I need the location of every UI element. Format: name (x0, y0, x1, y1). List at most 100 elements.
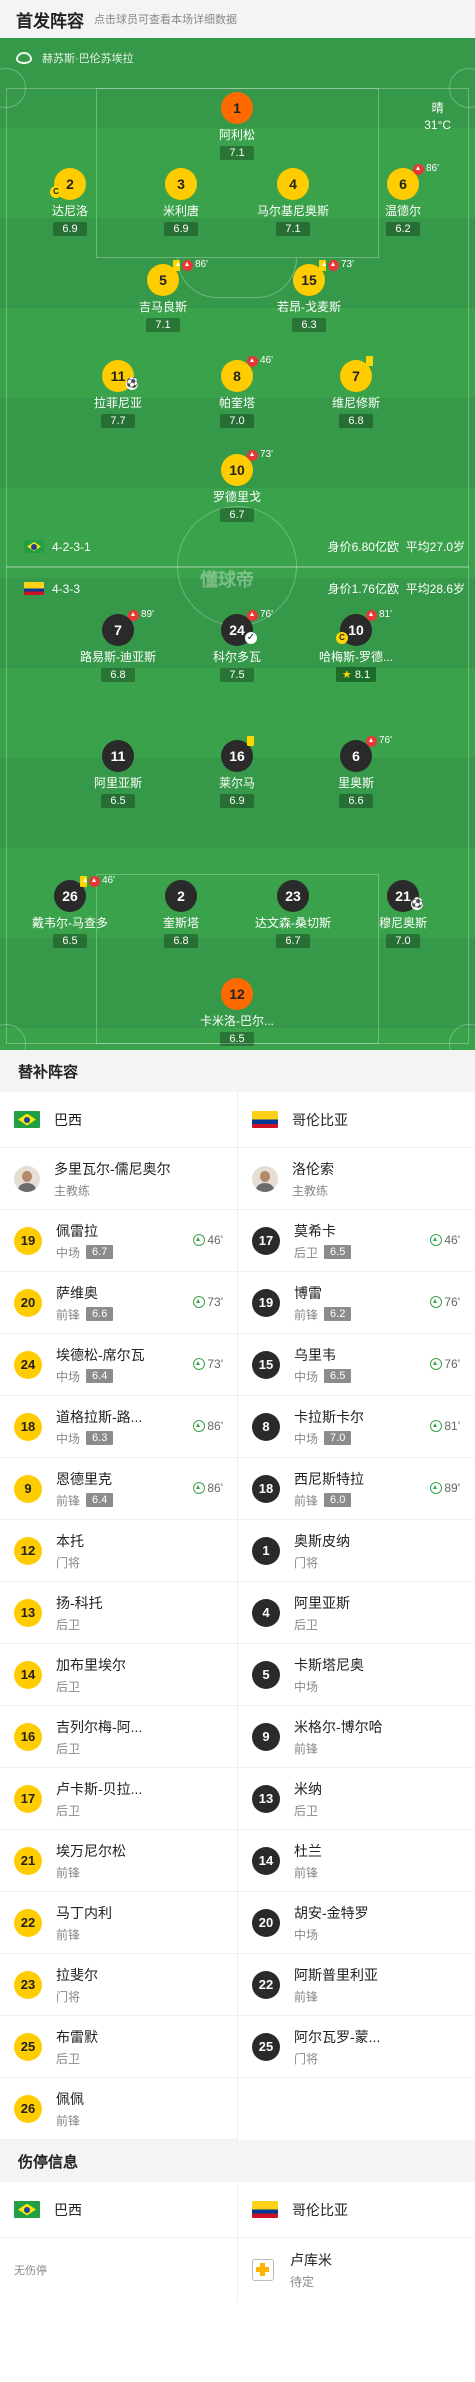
injury-columns: 巴西 无伤停 哥伦比亚 卢库米 待定 (0, 2182, 475, 2302)
away-player-fwd[interactable]: 10 C 81' 哈梅斯-罗德... ★ 8.1 (296, 609, 416, 683)
sub-player-row[interactable]: 12 本托 门将 (0, 1520, 237, 1582)
sub-player-row[interactable]: 20 萨维奥 前锋 6.6 73' (0, 1272, 237, 1334)
away-player-gk[interactable]: 12 卡米洛-巴尔... 6.5 (177, 978, 297, 1047)
player-name: 路易斯-迪亚斯 (80, 650, 156, 664)
sub-player-position-line: 前锋 6.4 (56, 1492, 114, 1509)
home-player-def[interactable]: 6 86' 温德尔 6.2 (343, 163, 463, 237)
home-value: 身价6.80亿欧 (327, 540, 399, 554)
player-number: 12 (221, 978, 253, 1010)
sub-in-icon (193, 1234, 206, 1246)
coach-avatar (14, 1165, 40, 1192)
home-coach[interactable]: 多里瓦尔-儒尼奥尔 主教练 (0, 1148, 237, 1210)
sub-player-number: 20 (252, 1908, 280, 1937)
sub-player-rating: 6.0 (324, 1493, 352, 1507)
sub-out-icon: 73' (247, 449, 273, 461)
page-subtitle: 点击球员可查看本场详细数据 (94, 14, 237, 26)
sub-player-row[interactable]: 21 埃万尼尔松 前锋 (0, 1830, 237, 1892)
home-player-fwd[interactable]: 10 73' 罗德里戈 6.7 (177, 449, 297, 523)
sub-player-row[interactable]: 19 佩雷拉 中场 6.7 46' (0, 1210, 237, 1272)
sub-player-position-line: 前锋 (294, 1740, 383, 1757)
sub-player-number: 8 (252, 1412, 280, 1441)
home-player-mid[interactable]: 5 86' 吉马良斯 7.1 (103, 259, 223, 333)
sub-player-row[interactable]: 20 胡安-金特罗 中场 (238, 1892, 474, 1954)
sub-player-name: 埃德松-席尔瓦 (56, 1346, 145, 1363)
away-player-fwd[interactable]: 7 89' 路易斯-迪亚斯 6.8 (58, 609, 178, 683)
player-name: 吉马良斯 (138, 300, 187, 314)
sub-player-row[interactable]: 25 阿尔瓦罗-蒙... 门将 (238, 2016, 474, 2078)
player-rating: 6.8 (339, 414, 373, 428)
away-coach[interactable]: 洛伦索 主教练 (238, 1148, 474, 1210)
home-player-mid[interactable]: 15 73' 若昂-戈麦斯 6.3 (249, 259, 369, 333)
home-subs-list: 19 佩雷拉 中场 6.7 46' 20 萨维奥 前锋 6.6 73' 24 埃德松-席尔瓦 中场 6.4… (0, 1210, 237, 2140)
away-player-fwd[interactable]: 24 76' ✓ 科尔多瓦 7.5 (177, 609, 297, 683)
away-player-def[interactable]: 2 奎斯塔 6.8 (121, 880, 241, 949)
sub-player-position-line: 中场 (294, 1926, 369, 1943)
home-player-def[interactable]: 3 米利唐 6.9 (121, 168, 241, 237)
away-player-mid[interactable]: 11 阿里亚斯 6.5 (58, 740, 178, 809)
venue: 赫苏斯·巴伦苏埃拉 (16, 50, 134, 66)
home-player-att[interactable]: 7 维尼修斯 6.8 (296, 356, 416, 429)
sub-player-row[interactable]: 13 米纳 后卫 (238, 1768, 474, 1830)
player-name: 哈梅斯-罗德... (319, 650, 393, 664)
player-name: 阿里亚斯 (93, 776, 142, 790)
player-number: 1 (221, 92, 253, 124)
sub-player-row[interactable]: 22 阿斯普里利亚 前锋 (238, 1954, 474, 2016)
weather-temp: 31°C (424, 118, 451, 132)
sub-player-rating: 6.6 (86, 1307, 114, 1321)
sub-player-row[interactable]: 8 卡拉斯卡尔 中场 7.0 81' (238, 1396, 474, 1458)
sub-player-position-line: 后卫 (56, 1678, 126, 1695)
away-injury[interactable]: 卢库米 待定 (238, 2238, 474, 2302)
home-player-def[interactable]: 2 C 达尼洛 6.9 (10, 168, 130, 237)
sub-player-name: 马丁内利 (56, 1904, 112, 1921)
player-name: 罗德里戈 (212, 490, 261, 504)
sub-player-row[interactable]: 24 埃德松-席尔瓦 中场 6.4 73' (0, 1334, 237, 1396)
sub-player-row[interactable]: 14 加布里埃尔 后卫 (0, 1644, 237, 1706)
sub-player-row[interactable]: 14 杜兰 前锋 (238, 1830, 474, 1892)
home-player-att[interactable]: 8 46' 帕奎塔 7.0 (177, 355, 297, 429)
sub-player-row[interactable]: 17 莫希卡 后卫 6.5 46' (238, 1210, 474, 1272)
home-player-gk[interactable]: 1 阿利松 7.1 (177, 92, 297, 161)
sub-player-number: 18 (14, 1412, 42, 1441)
sub-player-row[interactable]: 19 博雷 前锋 6.2 76' (238, 1272, 474, 1334)
sub-player-number: 18 (252, 1474, 280, 1503)
home-player-def[interactable]: 4 马尔基尼奥斯 7.1 (233, 168, 353, 237)
sub-player-position: 门将 (56, 1555, 81, 1570)
sub-player-row[interactable]: 25 布雷默 后卫 (0, 2016, 237, 2078)
away-player-mid[interactable]: 6 76' 里奥斯 6.6 (296, 735, 416, 809)
away-player-mid[interactable]: 16 莱尔马 6.9 (177, 736, 297, 809)
sub-player-row[interactable]: 1 奥斯皮纳 门将 (238, 1520, 474, 1582)
player-rating: 6.3 (292, 318, 326, 332)
sub-player-row[interactable]: 17 卢卡斯-贝拉... 后卫 (0, 1768, 237, 1830)
sub-player-row[interactable]: 16 吉列尔梅-阿... 后卫 (0, 1706, 237, 1768)
away-player-def[interactable]: 26 46' 戴韦尔-马查多 6.5 (10, 875, 130, 949)
sub-player-row[interactable]: 18 西尼斯特拉 前锋 6.0 89' (238, 1458, 474, 1520)
sub-player-row[interactable]: 9 恩德里克 前锋 6.4 86' (0, 1458, 237, 1520)
sub-player-row[interactable]: 26 佩佩 前锋 (0, 2078, 237, 2140)
sub-player-row[interactable]: 5 卡斯塔尼奥 中场 (238, 1644, 474, 1706)
sub-player-row[interactable]: 13 扬-科托 后卫 (0, 1582, 237, 1644)
player-rating: 6.7 (220, 508, 254, 522)
sub-player-position: 后卫 (56, 1617, 81, 1632)
no-injury-text: 无伤停 (14, 2265, 47, 2277)
sub-player-row[interactable]: 22 马丁内利 前锋 (0, 1892, 237, 1954)
sub-player-row[interactable]: 9 米格尔-博尔哈 前锋 (238, 1706, 474, 1768)
sub-player-number: 1 (252, 1536, 280, 1565)
sub-in-time-text: 46' (207, 1233, 223, 1247)
sub-player-position: 前锋 (56, 2113, 81, 2128)
sub-player-rating: 6.3 (86, 1431, 114, 1445)
sub-player-row[interactable]: 18 道格拉斯-路... 中场 6.3 86' (0, 1396, 237, 1458)
away-player-def[interactable]: 23 达文森-桑切斯 6.7 (233, 880, 353, 949)
sub-player-row[interactable]: 23 拉斐尔 门将 (0, 1954, 237, 2016)
sub-player-rating: 7.0 (324, 1431, 352, 1445)
sub-player-position-line: 门将 (294, 1554, 350, 1571)
away-player-def[interactable]: 21 ⚽ 穆尼奥斯 7.0 (343, 880, 463, 949)
home-player-att[interactable]: 11 ⚽ 拉菲尼亚 7.7 (58, 360, 178, 429)
sub-player-rating: 6.7 (86, 1245, 114, 1259)
sub-player-name: 加布里埃尔 (56, 1656, 126, 1673)
sub-player-name: 拉斐尔 (56, 1966, 98, 1983)
sub-player-position: 中场 (294, 1431, 319, 1446)
player-rating: 7.1 (276, 222, 310, 236)
sub-player-position-line: 后卫 (294, 1616, 350, 1633)
sub-player-row[interactable]: 15 乌里韦 中场 6.5 76' (238, 1334, 474, 1396)
sub-player-row[interactable]: 4 阿里亚斯 后卫 (238, 1582, 474, 1644)
